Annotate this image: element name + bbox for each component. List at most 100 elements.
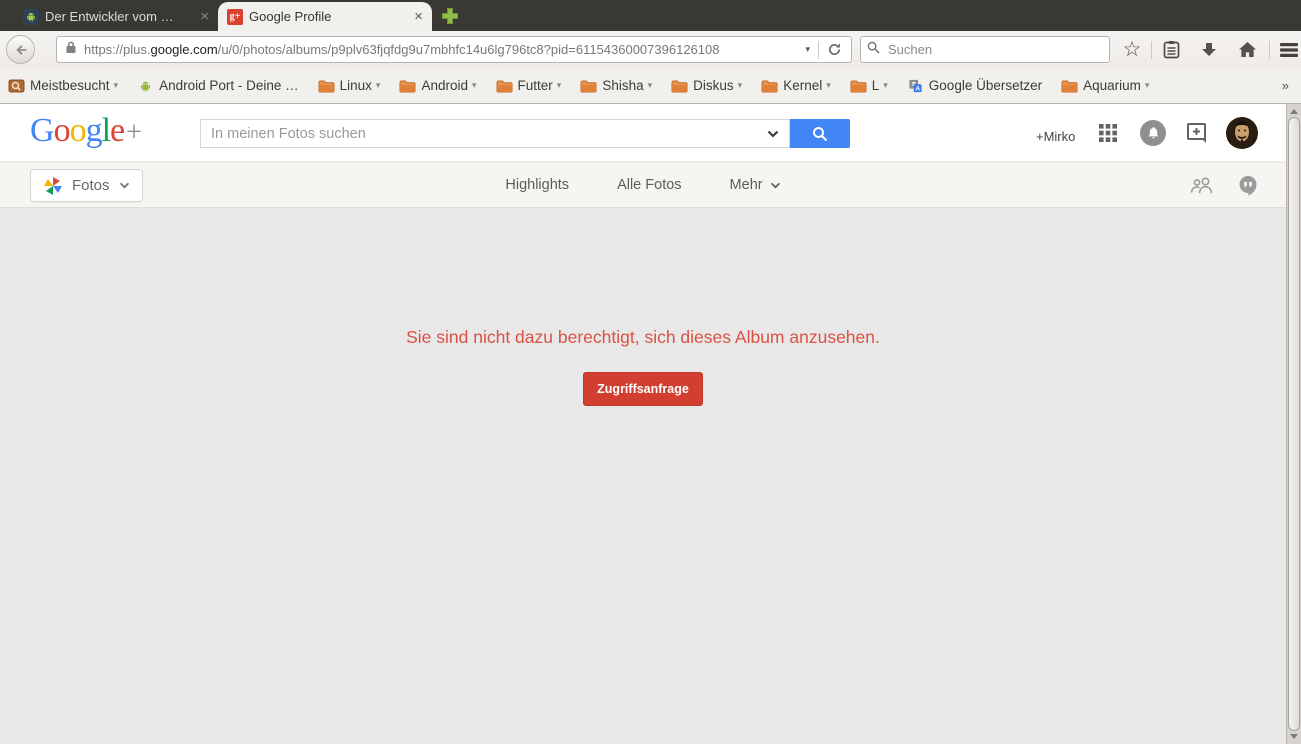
bookmark-star-icon[interactable]: ☆	[1116, 39, 1148, 60]
folder-icon	[671, 80, 688, 92]
folder-icon	[1061, 80, 1078, 92]
logo-letter: G	[30, 112, 55, 149]
chevron-down-icon: ▾	[1144, 80, 1150, 90]
tab-der-entwickler[interactable]: Der Entwickler vom … ×	[14, 2, 218, 31]
bookmark-folder-futter[interactable]: Futter ▾	[496, 78, 562, 93]
bookmark-folder-kernel[interactable]: Kernel ▾	[761, 78, 831, 93]
bookmark-label: Shisha	[602, 78, 644, 93]
folder-icon	[496, 80, 513, 92]
scroll-down-arrow-icon[interactable]	[1290, 734, 1298, 739]
page-scrollbar[interactable]	[1286, 104, 1301, 744]
bookmark-label: Android Port - Deine …	[159, 78, 299, 93]
logo-plus: +	[126, 117, 142, 148]
bookmark-label: Diskus	[693, 78, 734, 93]
browser-search-input[interactable]	[886, 41, 1103, 58]
bookmarks-overflow-icon[interactable]: »	[1282, 78, 1289, 93]
album-error-page: Sie sind nicht dazu berechtigt, sich die…	[0, 209, 1286, 744]
close-tab-icon[interactable]: ×	[414, 9, 423, 24]
toolbar-buttons: ☆	[1116, 35, 1301, 64]
chevron-down-icon: ▾	[556, 80, 562, 90]
bookmark-folder-aquarium[interactable]: Aquarium ▾	[1061, 78, 1149, 93]
find-people-icon[interactable]	[1190, 176, 1215, 195]
logo-letter: l	[101, 112, 112, 149]
bookmark-google-uebersetzer[interactable]: A Google Übersetzer	[907, 78, 1042, 93]
bookmarks-toolbar: Meistbesucht ▾ Android Port - Deine … Li…	[0, 68, 1301, 104]
photos-search-button[interactable]	[790, 119, 850, 148]
bookmark-label: Futter	[517, 78, 553, 93]
url-scheme: https://plus.	[84, 42, 151, 57]
browser-search-box[interactable]	[860, 36, 1110, 63]
bookmark-folder-diskus[interactable]: Diskus ▾	[671, 78, 742, 93]
logo-letter: o	[69, 112, 87, 149]
gplus-header: Google+ +Mirko	[0, 104, 1286, 162]
logo-letter: o	[53, 112, 71, 149]
tab-title: Google Profile	[249, 9, 332, 24]
downloads-icon[interactable]	[1193, 41, 1225, 59]
navigation-toolbar: https://plus.google.com/u/0/photos/album…	[0, 31, 1301, 68]
url-path: /u/0/photos/albums/p9plv63fjqfdg9u7mbhfc…	[217, 42, 720, 57]
folder-icon	[761, 80, 778, 92]
bookmark-label: Linux	[339, 78, 372, 93]
bookmark-folder-linux[interactable]: Linux ▾	[318, 78, 381, 93]
close-tab-icon[interactable]: ×	[200, 9, 209, 24]
search-options-chevron-icon[interactable]	[757, 130, 789, 138]
lock-icon	[65, 40, 77, 60]
chevron-down-icon	[770, 182, 781, 189]
scroll-up-arrow-icon[interactable]	[1290, 109, 1298, 114]
chevron-down-icon: ▾	[375, 80, 381, 90]
folder-icon	[580, 80, 597, 92]
search-icon	[867, 41, 880, 59]
bookmark-folder-android[interactable]: Android ▾	[399, 78, 477, 93]
chevron-down-icon: ▾	[737, 80, 743, 90]
bookmark-label: L	[871, 78, 880, 93]
divider	[1151, 40, 1152, 59]
photos-nav: Highlights Alle Fotos Mehr	[0, 163, 1286, 207]
url-domain: google.com	[150, 42, 218, 57]
bookmark-folder-shisha[interactable]: Shisha ▾	[580, 78, 652, 93]
share-photo-icon[interactable]	[1186, 122, 1208, 144]
url-history-dropdown-icon[interactable]: ▾	[800, 44, 815, 55]
home-icon[interactable]	[1231, 41, 1263, 58]
chevron-down-icon: ▾	[826, 80, 831, 90]
reload-button[interactable]	[822, 42, 847, 57]
scrollbar-thumb[interactable]	[1288, 117, 1300, 731]
bookmark-android-port[interactable]: Android Port - Deine …	[137, 78, 299, 93]
tab-google-profile[interactable]: g+ Google Profile ×	[218, 2, 432, 31]
error-message: Sie sind nicht dazu berechtigt, sich die…	[406, 327, 880, 347]
nav-tab-highlights[interactable]: Highlights	[505, 177, 569, 193]
new-tab-button[interactable]	[440, 6, 460, 26]
request-access-button[interactable]: Zugriffsanfrage	[583, 372, 703, 406]
google-plus-logo[interactable]: Google+	[30, 112, 142, 150]
bookmark-label: Google Übersetzer	[928, 78, 1043, 93]
back-button[interactable]	[6, 35, 35, 64]
nav-tab-alle-fotos[interactable]: Alle Fotos	[617, 177, 681, 193]
photos-toolbar: Fotos Highlights Alle Fotos Mehr	[0, 163, 1286, 208]
bookmarks-menu-icon[interactable]	[1155, 40, 1187, 59]
tab-strip: Der Entwickler vom … × g+ Google Profile…	[0, 0, 1301, 31]
android-favicon-icon	[23, 8, 39, 25]
apps-grid-icon[interactable]	[1098, 123, 1118, 143]
svg-text:A: A	[915, 85, 920, 92]
photos-search-input[interactable]	[201, 124, 757, 143]
bookmark-meistbesucht[interactable]: Meistbesucht ▾	[8, 78, 118, 93]
divider	[1269, 40, 1270, 59]
translate-icon: A	[909, 79, 922, 92]
folder-icon	[318, 80, 335, 92]
notifications-bell-icon[interactable]	[1140, 120, 1166, 146]
nav-tab-mehr[interactable]: Mehr	[730, 177, 781, 193]
chevron-down-icon: ▾	[472, 80, 477, 90]
bookmark-label: Kernel	[783, 78, 823, 93]
android-icon	[141, 81, 151, 92]
bookmark-label: Meistbesucht	[30, 78, 110, 93]
url-bar[interactable]: https://plus.google.com/u/0/photos/album…	[56, 36, 852, 63]
menu-hamburger-icon[interactable]	[1273, 42, 1301, 58]
hangouts-icon[interactable]	[1238, 175, 1258, 196]
photos-search-box[interactable]	[200, 119, 790, 148]
logo-letter: g	[85, 112, 103, 149]
chevron-down-icon: ▾	[113, 80, 119, 90]
folder-icon	[850, 80, 867, 92]
user-avatar[interactable]	[1226, 117, 1258, 149]
bookmark-folder-l[interactable]: L ▾	[850, 78, 888, 93]
profile-name-link[interactable]: +Mirko	[1036, 129, 1075, 144]
bookmark-label: Aquarium	[1083, 78, 1141, 93]
